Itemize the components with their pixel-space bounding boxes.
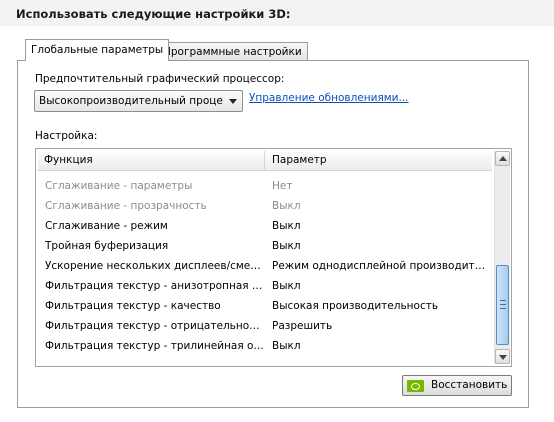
grip-icon xyxy=(500,300,506,309)
manage-updates-link[interactable]: Управление обновлениями... xyxy=(249,92,409,104)
table-row[interactable]: Ускорение нескольких дисплеев/смешанных … xyxy=(38,256,492,276)
scroll-up-button[interactable] xyxy=(495,151,510,166)
row-function: Фильтрация текстур - качество xyxy=(45,300,221,312)
table-row: Сглаживание - параметры Нет xyxy=(38,176,492,196)
row-parameter[interactable]: Выкл xyxy=(272,336,486,356)
header-bar: Использовать следующие настройки 3D: xyxy=(0,0,554,26)
row-function: Фильтрация текстур - трилинейная оптимиз… xyxy=(45,340,265,352)
gpu-label: Предпочтительный графический процессор: xyxy=(35,73,285,85)
table-row[interactable]: Фильтрация текстур - анизотропная оптими… xyxy=(38,276,492,296)
row-parameter[interactable]: Режим однодисплейной производительности xyxy=(272,256,486,276)
row-parameter: Выкл xyxy=(272,200,301,212)
row-function: Сглаживание - параметры xyxy=(45,180,193,192)
column-header-function[interactable]: Функция xyxy=(38,151,265,170)
table-row: Сглаживание - прозрачность Выкл xyxy=(38,196,492,216)
grid-rows: Сглаживание - параметры Нет Сглаживание … xyxy=(38,176,492,356)
row-function: Тройная буферизация xyxy=(45,240,169,252)
table-row[interactable]: Фильтрация текстур - трилинейная оптимиз… xyxy=(38,336,492,356)
tab-program-settings[interactable]: Программные настройки xyxy=(157,42,308,61)
restore-button[interactable]: Восстановить xyxy=(402,375,512,396)
row-parameter[interactable]: Выкл xyxy=(272,276,486,296)
row-function: Сглаживание - прозрачность xyxy=(45,200,207,212)
row-parameter[interactable]: Разрешить xyxy=(272,316,486,336)
chevron-down-icon xyxy=(229,99,237,104)
row-function: Фильтрация текстур - отрицательное откло… xyxy=(45,320,265,332)
page-title: Использовать следующие настройки 3D: xyxy=(16,7,291,21)
scroll-thumb[interactable] xyxy=(496,265,509,345)
table-row[interactable]: Фильтрация текстур - отрицательное откло… xyxy=(38,316,492,336)
scroll-down-button[interactable] xyxy=(495,349,510,364)
tab-global-settings[interactable]: Глобальные параметры xyxy=(25,39,170,61)
nvidia-logo-icon xyxy=(407,380,424,392)
row-parameter[interactable]: Высокая производительность xyxy=(272,296,486,316)
row-parameter: Нет xyxy=(272,180,293,192)
row-function: Фильтрация текстур - анизотропная оптими… xyxy=(45,280,265,292)
row-function: Ускорение нескольких дисплеев/смешанных … xyxy=(45,260,265,272)
gpu-dropdown[interactable]: Высокопроизводительный процессор NVIDIA xyxy=(34,90,243,112)
row-parameter[interactable]: Выкл xyxy=(272,236,486,256)
grid-header: Функция Параметр xyxy=(38,151,492,171)
settings-label: Настройка: xyxy=(35,130,98,142)
table-row[interactable]: Тройная буферизация Выкл xyxy=(38,236,492,256)
row-parameter[interactable]: Выкл xyxy=(272,216,486,236)
restore-button-label: Восстановить xyxy=(431,379,508,391)
table-row[interactable]: Фильтрация текстур - качество Высокая пр… xyxy=(38,296,492,316)
table-row[interactable]: Сглаживание - режим Выкл xyxy=(38,216,492,236)
gpu-dropdown-value: Высокопроизводительный процессор NVIDIA xyxy=(39,95,223,107)
vertical-scrollbar[interactable] xyxy=(494,151,510,364)
settings-grid: Функция Параметр Сглаживание - параметры… xyxy=(35,148,512,367)
row-function: Сглаживание - режим xyxy=(45,220,168,232)
column-header-parameter[interactable]: Параметр xyxy=(266,151,492,170)
